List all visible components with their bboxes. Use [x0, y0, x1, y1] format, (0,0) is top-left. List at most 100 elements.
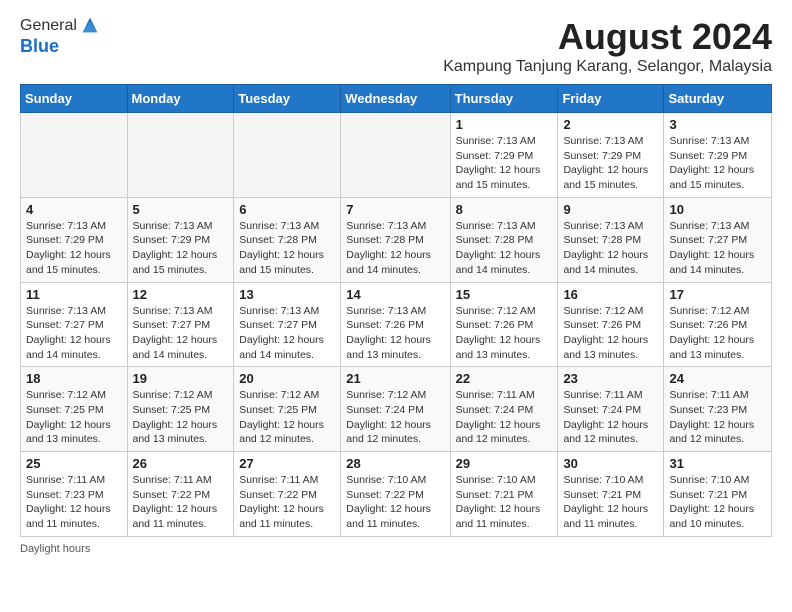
calendar-week-row: 25 Sunrise: 7:11 AMSunset: 7:23 PMDayligh… — [21, 452, 772, 537]
day-number: 23 — [563, 371, 658, 386]
calendar-table: Sunday Monday Tuesday Wednesday Thursday… — [20, 84, 772, 537]
col-monday: Monday — [127, 85, 234, 113]
col-sunday: Sunday — [21, 85, 128, 113]
day-number: 14 — [346, 287, 444, 302]
table-row: 15 Sunrise: 7:12 AMSunset: 7:26 PMDayligh… — [450, 282, 558, 367]
table-row: 4 Sunrise: 7:13 AMSunset: 7:29 PMDaylight… — [21, 197, 128, 282]
day-number: 7 — [346, 202, 444, 217]
day-info: Sunrise: 7:13 AMSunset: 7:28 PMDaylight:… — [456, 219, 553, 278]
footer-note: Daylight hours — [20, 543, 772, 555]
table-row: 28 Sunrise: 7:10 AMSunset: 7:22 PMDayligh… — [341, 452, 450, 537]
table-row: 5 Sunrise: 7:13 AMSunset: 7:29 PMDaylight… — [127, 197, 234, 282]
day-info: Sunrise: 7:11 AMSunset: 7:24 PMDaylight:… — [563, 388, 658, 447]
table-row: 3 Sunrise: 7:13 AMSunset: 7:29 PMDaylight… — [664, 113, 772, 198]
logo: General Blue — [20, 16, 101, 57]
day-info: Sunrise: 7:13 AMSunset: 7:27 PMDaylight:… — [26, 304, 122, 363]
day-number: 4 — [26, 202, 122, 217]
day-info: Sunrise: 7:12 AMSunset: 7:26 PMDaylight:… — [563, 304, 658, 363]
day-info: Sunrise: 7:10 AMSunset: 7:21 PMDaylight:… — [669, 473, 766, 532]
day-number: 10 — [669, 202, 766, 217]
table-row: 14 Sunrise: 7:13 AMSunset: 7:26 PMDayligh… — [341, 282, 450, 367]
logo-icon — [79, 14, 101, 36]
calendar-week-row: 1 Sunrise: 7:13 AMSunset: 7:29 PMDaylight… — [21, 113, 772, 198]
day-info: Sunrise: 7:12 AMSunset: 7:25 PMDaylight:… — [133, 388, 229, 447]
day-number: 16 — [563, 287, 658, 302]
logo-general-text: General — [20, 17, 77, 35]
day-number: 17 — [669, 287, 766, 302]
day-info: Sunrise: 7:11 AMSunset: 7:23 PMDaylight:… — [26, 473, 122, 532]
table-row: 1 Sunrise: 7:13 AMSunset: 7:29 PMDaylight… — [450, 113, 558, 198]
daylight-label: Daylight hours — [20, 543, 90, 555]
day-info: Sunrise: 7:13 AMSunset: 7:29 PMDaylight:… — [669, 134, 766, 193]
table-row: 16 Sunrise: 7:12 AMSunset: 7:26 PMDayligh… — [558, 282, 664, 367]
calendar-week-row: 4 Sunrise: 7:13 AMSunset: 7:29 PMDaylight… — [21, 197, 772, 282]
table-row: 25 Sunrise: 7:11 AMSunset: 7:23 PMDayligh… — [21, 452, 128, 537]
table-row: 13Sunrise: 7:13 AMSunset: 7:27 PMDayligh… — [234, 282, 341, 367]
day-info: Sunrise: 7:10 AMSunset: 7:22 PMDaylight:… — [346, 473, 444, 532]
col-friday: Friday — [558, 85, 664, 113]
table-row: 7 Sunrise: 7:13 AMSunset: 7:28 PMDaylight… — [341, 197, 450, 282]
day-number: 3 — [669, 117, 766, 132]
calendar-week-row: 18 Sunrise: 7:12 AMSunset: 7:25 PMDayligh… — [21, 367, 772, 452]
table-row: 31 Sunrise: 7:10 AMSunset: 7:21 PMDayligh… — [664, 452, 772, 537]
day-number: 18 — [26, 371, 122, 386]
day-info: Sunrise: 7:13 AMSunset: 7:29 PMDaylight:… — [563, 134, 658, 193]
table-row: 22Sunrise: 7:11 AMSunset: 7:24 PMDayligh… — [450, 367, 558, 452]
day-number: 9 — [563, 202, 658, 217]
day-info: Sunrise: 7:13 AMSunset: 7:26 PMDaylight:… — [346, 304, 444, 363]
day-number: 29 — [456, 456, 553, 471]
day-info: Sunrise: 7:11 AMSunset: 7:23 PMDaylight:… — [669, 388, 766, 447]
day-info: Sunrise: 7:13 AMSunset: 7:27 PMDaylight:… — [133, 304, 229, 363]
day-number: 25 — [26, 456, 122, 471]
table-row: 17 Sunrise: 7:12 AMSunset: 7:26 PMDayligh… — [664, 282, 772, 367]
day-info: Sunrise: 7:12 AMSunset: 7:25 PMDaylight:… — [239, 388, 335, 447]
day-info: Sunrise: 7:13 AMSunset: 7:29 PMDaylight:… — [26, 219, 122, 278]
day-number: 30 — [563, 456, 658, 471]
title-section: August 2024 Kampung Tanjung Karang, Sela… — [443, 16, 772, 76]
table-row: 8 Sunrise: 7:13 AMSunset: 7:28 PMDaylight… — [450, 197, 558, 282]
day-number: 2 — [563, 117, 658, 132]
table-row: 6 Sunrise: 7:13 AMSunset: 7:28 PMDaylight… — [234, 197, 341, 282]
calendar-subtitle: Kampung Tanjung Karang, Selangor, Malays… — [443, 58, 772, 76]
col-tuesday: Tuesday — [234, 85, 341, 113]
day-number: 11 — [26, 287, 122, 302]
day-info: Sunrise: 7:12 AMSunset: 7:24 PMDaylight:… — [346, 388, 444, 447]
day-info: Sunrise: 7:13 AMSunset: 7:29 PMDaylight:… — [133, 219, 229, 278]
day-info: Sunrise: 7:10 AMSunset: 7:21 PMDaylight:… — [456, 473, 553, 532]
day-number: 6 — [239, 202, 335, 217]
day-info: Sunrise: 7:12 AMSunset: 7:25 PMDaylight:… — [26, 388, 122, 447]
day-number: 20 — [239, 371, 335, 386]
day-number: 15 — [456, 287, 553, 302]
day-info: Sunrise: 7:13 AMSunset: 7:27 PMDaylight:… — [239, 304, 335, 363]
day-number: 8 — [456, 202, 553, 217]
day-info: Sunrise: 7:12 AMSunset: 7:26 PMDaylight:… — [669, 304, 766, 363]
table-row — [21, 113, 128, 198]
table-row — [341, 113, 450, 198]
day-number: 12 — [133, 287, 229, 302]
day-info: Sunrise: 7:11 AMSunset: 7:22 PMDaylight:… — [133, 473, 229, 532]
col-thursday: Thursday — [450, 85, 558, 113]
day-info: Sunrise: 7:13 AMSunset: 7:29 PMDaylight:… — [456, 134, 553, 193]
table-row: 30 Sunrise: 7:10 AMSunset: 7:21 PMDayligh… — [558, 452, 664, 537]
day-info: Sunrise: 7:13 AMSunset: 7:28 PMDaylight:… — [239, 219, 335, 278]
day-info: Sunrise: 7:10 AMSunset: 7:21 PMDaylight:… — [563, 473, 658, 532]
calendar-week-row: 11 Sunrise: 7:13 AMSunset: 7:27 PMDayligh… — [21, 282, 772, 367]
day-number: 26 — [133, 456, 229, 471]
table-row — [127, 113, 234, 198]
day-number: 27 — [239, 456, 335, 471]
day-info: Sunrise: 7:12 AMSunset: 7:26 PMDaylight:… — [456, 304, 553, 363]
day-number: 5 — [133, 202, 229, 217]
day-info: Sunrise: 7:13 AMSunset: 7:28 PMDaylight:… — [346, 219, 444, 278]
table-row: 11 Sunrise: 7:13 AMSunset: 7:27 PMDayligh… — [21, 282, 128, 367]
day-info: Sunrise: 7:13 AMSunset: 7:27 PMDaylight:… — [669, 219, 766, 278]
day-number: 28 — [346, 456, 444, 471]
table-row: 26 Sunrise: 7:11 AMSunset: 7:22 PMDayligh… — [127, 452, 234, 537]
day-number: 1 — [456, 117, 553, 132]
day-info: Sunrise: 7:13 AMSunset: 7:28 PMDaylight:… — [563, 219, 658, 278]
calendar-title: August 2024 — [443, 16, 772, 58]
table-row: 21Sunrise: 7:12 AMSunset: 7:24 PMDayligh… — [341, 367, 450, 452]
table-row: 27Sunrise: 7:11 AMSunset: 7:22 PMDayligh… — [234, 452, 341, 537]
day-number: 31 — [669, 456, 766, 471]
table-row: 20 Sunrise: 7:12 AMSunset: 7:25 PMDayligh… — [234, 367, 341, 452]
table-row: 29 Sunrise: 7:10 AMSunset: 7:21 PMDayligh… — [450, 452, 558, 537]
